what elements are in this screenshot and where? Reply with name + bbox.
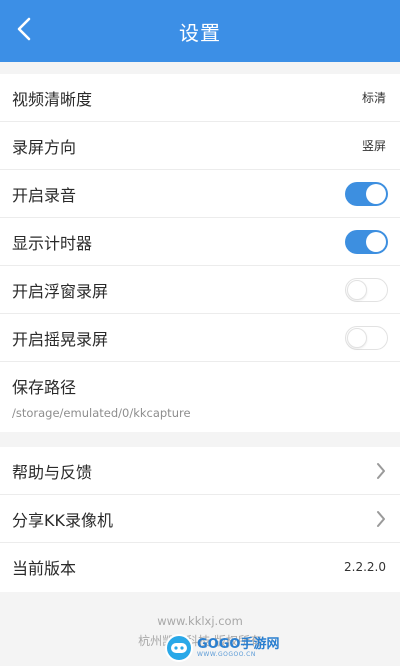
watermark-logo: GOGO手游网 WWW.GOGOO.CN — [165, 633, 297, 663]
back-button[interactable] — [0, 0, 48, 62]
watermark-text: GOGO手游网 WWW.GOGOO.CN — [193, 638, 279, 658]
toggle-knob — [366, 183, 386, 204]
help-feedback-item[interactable]: 帮助与反馈 — [0, 447, 400, 495]
page-title: 设置 — [179, 20, 221, 45]
chevron-left-icon — [17, 17, 31, 45]
setting-record-audio: 开启录音 — [0, 170, 400, 218]
floating-window-toggle[interactable] — [345, 277, 388, 302]
settings-group: 视频清晰度 标清 录屏方向 竖屏 开启录音 显示计时器 开启浮窗录屏 开启摇晃录… — [0, 74, 400, 432]
shake-record-toggle[interactable] — [345, 325, 388, 350]
setting-screen-orientation[interactable]: 录屏方向 竖屏 — [0, 122, 400, 170]
top-app-bar: 设置 — [0, 0, 400, 62]
setting-label: 开启摇晃录屏 — [12, 329, 109, 349]
setting-shake-record: 开启摇晃录屏 — [0, 314, 400, 362]
toggle-knob — [366, 231, 386, 252]
version-value: 2.2.2.0 — [344, 560, 386, 574]
setting-label: 分享KK录像机 — [12, 510, 113, 530]
current-version-item: 当前版本 2.2.2.0 — [0, 543, 400, 591]
setting-label: 录屏方向 — [12, 137, 77, 157]
toggle-knob — [347, 327, 367, 348]
record-audio-toggle[interactable] — [345, 181, 388, 206]
toggle-knob — [347, 279, 367, 300]
watermark-sub: WWW.GOGOO.CN — [197, 651, 256, 658]
watermark-brand: GOGO手游网 — [197, 637, 280, 652]
setting-label: 显示计时器 — [12, 233, 93, 253]
setting-value: 标清 — [361, 91, 386, 105]
setting-save-path[interactable]: 保存路径 /storage/emulated/0/kkcapture — [0, 362, 400, 432]
chevron-right-icon — [374, 509, 388, 529]
about-group: 帮助与反馈 分享KK录像机 当前版本 2.2.2.0 — [0, 447, 400, 592]
setting-video-quality[interactable]: 视频清晰度 标清 — [0, 74, 400, 122]
setting-label: 开启录音 — [12, 185, 77, 205]
share-app-item[interactable]: 分享KK录像机 — [0, 495, 400, 543]
setting-label: 当前版本 — [12, 559, 77, 578]
setting-label: 视频清晰度 — [12, 89, 93, 109]
show-timer-toggle[interactable] — [345, 229, 388, 254]
setting-value: 竖屏 — [361, 139, 386, 153]
gamepad-icon — [165, 634, 193, 662]
setting-floating-window-record: 开启浮窗录屏 — [0, 266, 400, 314]
chevron-right-icon — [374, 461, 388, 481]
footer-website: www.kklxj.com — [157, 614, 243, 628]
setting-show-timer: 显示计时器 — [0, 218, 400, 266]
save-path-value: /storage/emulated/0/kkcapture — [12, 406, 191, 420]
setting-label: 帮助与反馈 — [12, 462, 93, 482]
setting-label: 开启浮窗录屏 — [12, 281, 109, 301]
setting-label: 保存路径 — [12, 378, 77, 397]
